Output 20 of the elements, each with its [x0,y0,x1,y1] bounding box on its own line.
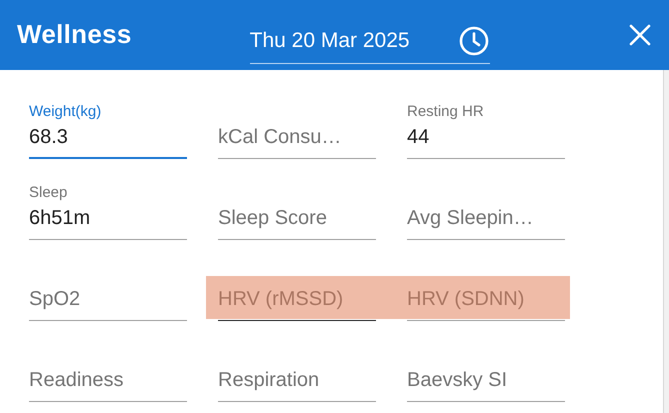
field-label: Resting HR [407,103,485,121]
input-field[interactable]: SpO2 [29,286,187,321]
input-field[interactable]: HRV (SDNN) [407,286,565,321]
input-field[interactable]: 44 [407,124,565,159]
field-label: Weight(kg) [29,103,102,121]
input-field[interactable]: HRV (rMSSD) [218,286,376,321]
scrollbar[interactable] [663,70,669,413]
close-icon[interactable] [628,23,652,47]
input-field[interactable]: 6h51m [29,205,187,240]
clock-icon [458,24,490,56]
field-label: Sleep [29,184,68,202]
input-field[interactable]: Avg Sleepin… [407,205,565,240]
input-field[interactable]: Sleep Score [218,205,376,240]
date-field[interactable]: Thu 20 Mar 2025 [250,18,490,64]
input-field[interactable]: Respiration [218,367,376,402]
app-title: Wellness [17,19,132,51]
input-field[interactable]: Baevsky SI [407,367,565,402]
input-field[interactable]: kCal Consu… [218,124,376,159]
input-field[interactable]: 68.3 [29,124,187,159]
input-field[interactable]: Readiness [29,367,187,402]
